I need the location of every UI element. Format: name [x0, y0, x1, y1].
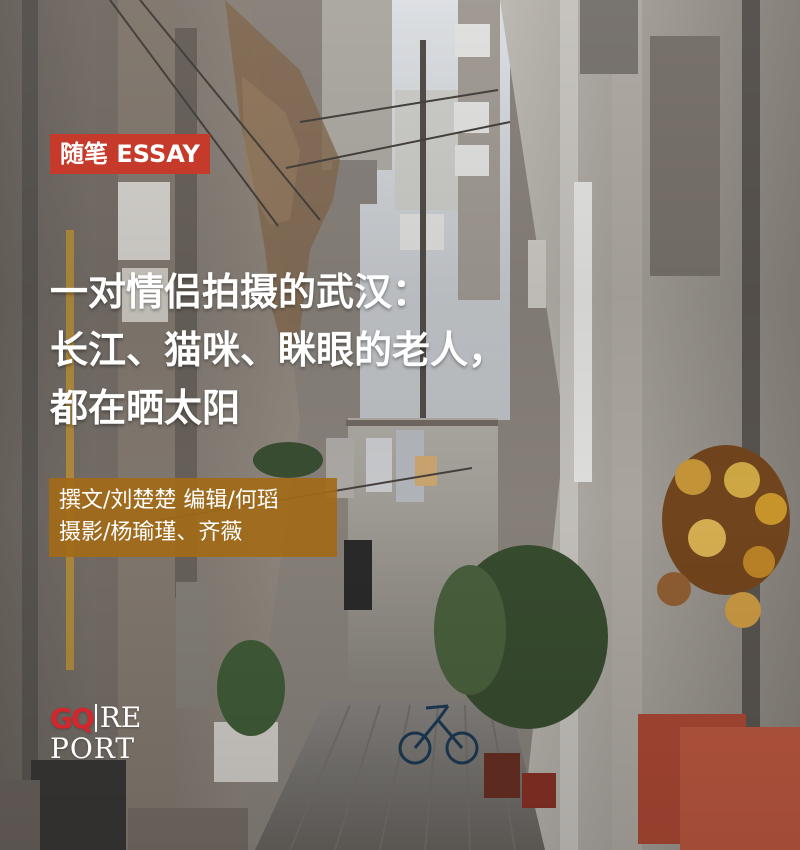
- credit-line-1: 撰文/刘楚楚 编辑/何瑫: [59, 488, 279, 513]
- logo-top-row: GQ RE: [50, 701, 141, 735]
- article-cover: 随笔 ESSAY 一对情侣拍摄的武汉： 长江、猫咪、眯眼的老人， 都在晒太阳 撰…: [0, 0, 800, 850]
- credits-box: 撰文/刘楚楚 编辑/何瑫 摄影/杨瑜瑾、齐薇: [49, 478, 337, 557]
- credit-line-2: 摄影/杨瑜瑾、齐薇: [59, 519, 243, 545]
- headline: 一对情侣拍摄的武汉： 长江、猫咪、眯眼的老人， 都在晒太阳: [50, 264, 700, 437]
- logo-re: RE: [99, 701, 142, 734]
- headline-line-3: 都在晒太阳: [50, 385, 241, 430]
- headline-line-1: 一对情侣拍摄的武汉：: [50, 270, 431, 314]
- headline-line-2: 长江、猫咪、眯眼的老人，: [50, 327, 507, 372]
- logo-mark: GQ: [50, 701, 95, 735]
- logo-port: PORT: [50, 732, 136, 765]
- gq-report-logo: GQ RE PORT: [50, 701, 160, 773]
- logo-divider: [94, 704, 97, 732]
- category-badge: 随笔 ESSAY: [50, 134, 210, 174]
